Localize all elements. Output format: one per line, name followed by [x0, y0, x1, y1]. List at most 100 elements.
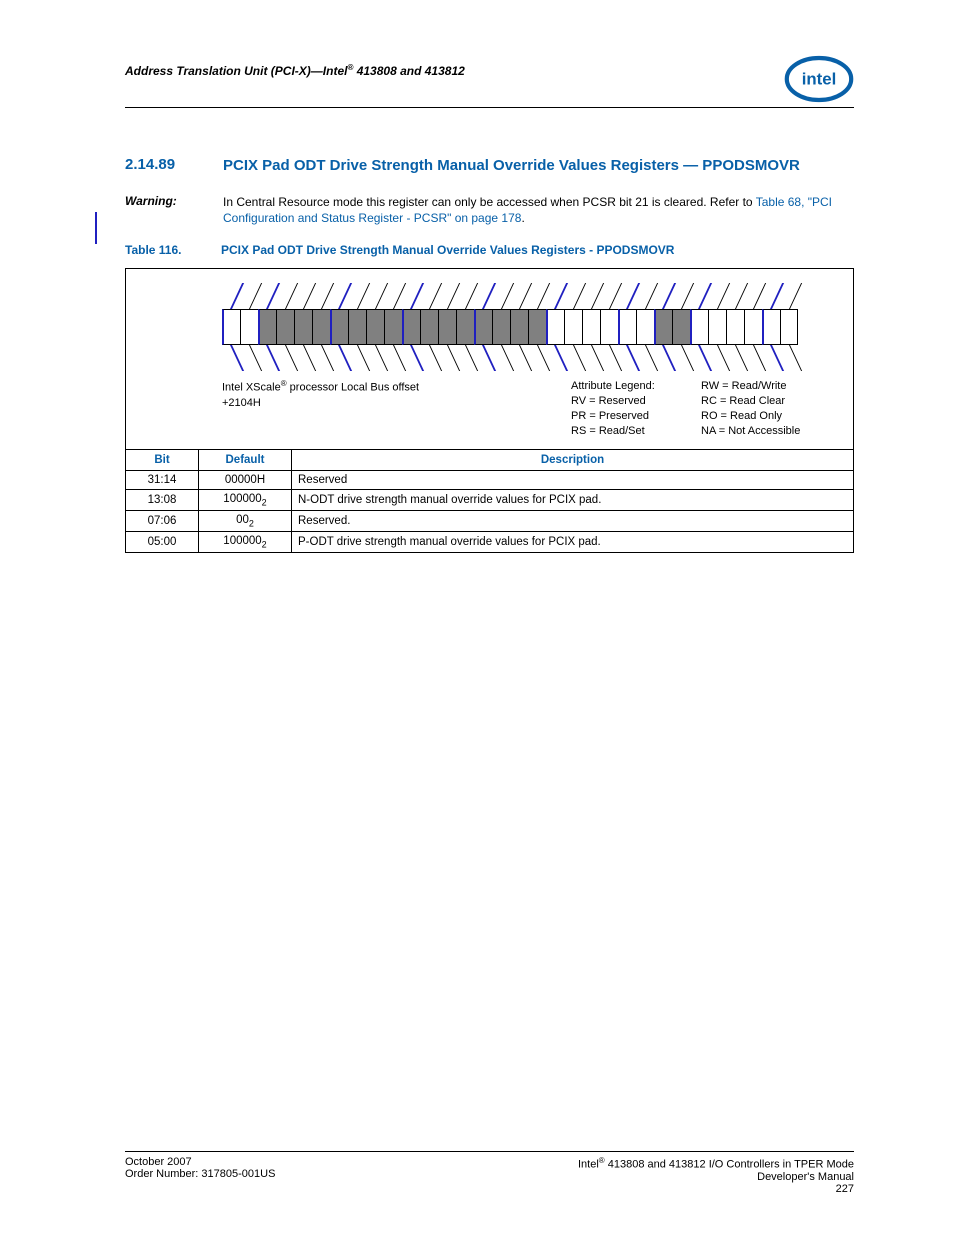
- bit-cell: [600, 309, 618, 345]
- legend-rv: RV = Reserved: [571, 395, 646, 407]
- legend-rs: RS = Read/Set: [571, 425, 645, 437]
- bit-cell: [672, 309, 690, 345]
- bit-column: [600, 283, 618, 373]
- bit-column: [726, 283, 744, 373]
- section-number: 2.14.89: [125, 156, 195, 176]
- warning-text-a: In Central Resource mode this register c…: [223, 195, 756, 209]
- cell-bit: 31:14: [126, 470, 199, 489]
- bit-cell: [402, 309, 420, 345]
- warning-block: Warning: In Central Resource mode this r…: [125, 194, 854, 226]
- intel-logo-icon: intel: [784, 55, 854, 103]
- legend-rc: RC = Read Clear: [701, 395, 785, 407]
- legend-right: RW = Read/Write RC = Read Clear RO = Rea…: [701, 379, 841, 438]
- bit-column: [582, 283, 600, 373]
- table-caption-number: Table 116.: [125, 243, 197, 259]
- bit-column: [690, 283, 708, 373]
- header-text-right: 413808 and 413812: [353, 64, 464, 78]
- bit-cell: [456, 309, 474, 345]
- table-caption: Table 116. PCIX Pad ODT Drive Strength M…: [125, 243, 854, 259]
- bit-column: [528, 283, 546, 373]
- bit-cell: [582, 309, 600, 345]
- tick-bot: [789, 345, 802, 371]
- bit-cell: [546, 309, 564, 345]
- footer-product-b: 413808 and 413812 I/O Controllers in TPE…: [605, 1159, 854, 1171]
- cell-desc: P-ODT drive strength manual override val…: [292, 532, 854, 553]
- bit-cell: [222, 309, 240, 345]
- bit-column: [366, 283, 384, 373]
- footer-date: October 2007: [125, 1156, 192, 1168]
- legend-na: NA = Not Accessible: [701, 425, 800, 437]
- bit-column: [222, 283, 240, 373]
- header-text-left: Address Translation Unit (PCI-X)—Intel: [125, 64, 347, 78]
- table-row: 31:1400000HReserved: [126, 470, 854, 489]
- cell-bit: 13:08: [126, 489, 199, 510]
- register-table: Bit Default Description 31:1400000HReser…: [125, 449, 854, 554]
- bit-column: [240, 283, 258, 373]
- legend-ro: RO = Read Only: [701, 410, 782, 422]
- th-description: Description: [292, 449, 854, 470]
- section-title: PCIX Pad ODT Drive Strength Manual Overr…: [223, 156, 800, 176]
- bit-cell: [654, 309, 672, 345]
- legend-left-b: processor Local Bus offset: [287, 382, 419, 394]
- bit-column: [618, 283, 636, 373]
- page-footer: October 2007 Order Number: 317805-001US …: [125, 1151, 854, 1195]
- footer-doc: Developer's Manual: [757, 1171, 854, 1183]
- bit-cell: [726, 309, 744, 345]
- bit-column: [384, 283, 402, 373]
- footer-product-a: Intel: [578, 1159, 599, 1171]
- warning-text-b: .: [521, 211, 524, 225]
- bit-cell: [762, 309, 780, 345]
- bit-cell: [780, 309, 798, 345]
- cell-desc: N-ODT drive strength manual override val…: [292, 489, 854, 510]
- bit-cell: [348, 309, 366, 345]
- bit-column: [312, 283, 330, 373]
- bit-column: [294, 283, 312, 373]
- diagram-legend: Intel XScale® processor Local Bus offset…: [138, 379, 841, 438]
- bit-cell: [294, 309, 312, 345]
- bit-column: [420, 283, 438, 373]
- table-row: 13:081000002N-ODT drive strength manual …: [126, 489, 854, 510]
- cell-bit: 07:06: [126, 510, 199, 531]
- bit-cell: [438, 309, 456, 345]
- footer-page: 227: [836, 1183, 854, 1195]
- tick-top: [789, 283, 802, 309]
- legend-pr: PR = Preserved: [571, 410, 649, 422]
- bit-column: [258, 283, 276, 373]
- bit-column: [636, 283, 654, 373]
- page-header: Address Translation Unit (PCI-X)—Intel® …: [125, 55, 854, 108]
- section-heading: 2.14.89 PCIX Pad ODT Drive Strength Manu…: [125, 156, 854, 176]
- bit-bar: [222, 283, 798, 373]
- header-text: Address Translation Unit (PCI-X)—Intel® …: [125, 55, 465, 78]
- cell-default: 00000H: [199, 470, 292, 489]
- bit-column: [654, 283, 672, 373]
- bit-column: [348, 283, 366, 373]
- bit-column: [780, 283, 798, 373]
- table-caption-title: PCIX Pad ODT Drive Strength Manual Overr…: [221, 243, 674, 259]
- bit-column: [672, 283, 690, 373]
- bit-cell: [384, 309, 402, 345]
- bit-cell: [744, 309, 762, 345]
- table-row: 07:06002Reserved.: [126, 510, 854, 531]
- legend-left-offset: +2104H: [222, 397, 261, 409]
- bit-cell: [276, 309, 294, 345]
- bit-column: [546, 283, 564, 373]
- bit-column: [510, 283, 528, 373]
- bit-column: [708, 283, 726, 373]
- change-bar: [95, 212, 97, 244]
- bit-cell: [492, 309, 510, 345]
- footer-left: October 2007 Order Number: 317805-001US: [125, 1156, 275, 1195]
- th-bit: Bit: [126, 449, 199, 470]
- cell-bit: 05:00: [126, 532, 199, 553]
- bit-column: [330, 283, 348, 373]
- bit-column: [762, 283, 780, 373]
- bit-column: [474, 283, 492, 373]
- cell-default: 1000002: [199, 532, 292, 553]
- bit-column: [438, 283, 456, 373]
- bit-cell: [474, 309, 492, 345]
- svg-text:intel: intel: [802, 70, 837, 89]
- table-header-row: Bit Default Description: [126, 449, 854, 470]
- bit-cell: [258, 309, 276, 345]
- bit-cell: [510, 309, 528, 345]
- bit-column: [402, 283, 420, 373]
- bit-column: [276, 283, 294, 373]
